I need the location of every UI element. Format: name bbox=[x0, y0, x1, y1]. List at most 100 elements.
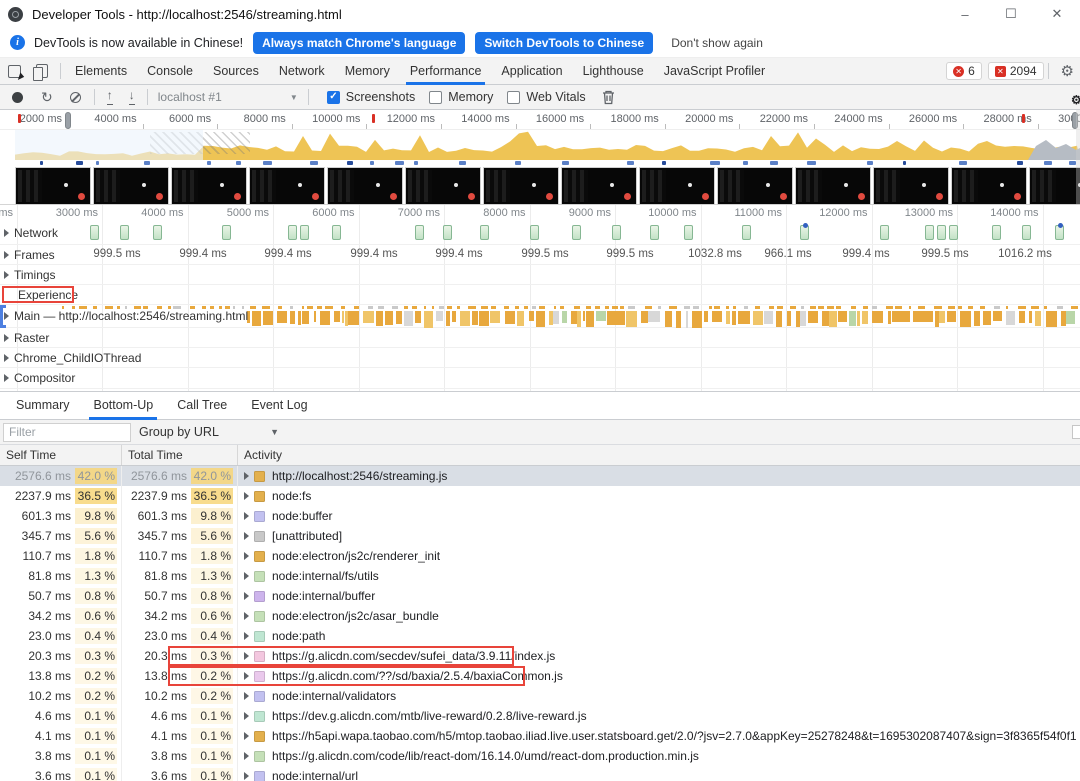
issues-count-badge[interactable]: ✕ 2094 bbox=[987, 62, 1044, 80]
flame-bar[interactable] bbox=[862, 311, 868, 325]
flame-bar[interactable] bbox=[504, 311, 516, 324]
checkbox-web-vitals[interactable] bbox=[507, 90, 521, 104]
table-row[interactable]: 3.8 ms 0.1 % 3.8 ms 0.1 % https://g.alicdn.c… bbox=[0, 746, 1080, 766]
expander-triangle-icon[interactable] bbox=[4, 229, 9, 237]
flame-bar[interactable] bbox=[362, 311, 375, 324]
flame-bar[interactable] bbox=[528, 311, 535, 322]
tab-bottom-up[interactable]: Bottom-Up bbox=[81, 392, 165, 420]
flame-bar[interactable] bbox=[319, 311, 330, 325]
flame-bar[interactable] bbox=[585, 311, 595, 328]
flame-chart-tracks[interactable]: ms 3000 ms 4000 ms 5000 ms 6000 ms 7000 ms 800… bbox=[0, 205, 1080, 392]
flame-bar[interactable] bbox=[348, 311, 359, 325]
flame-bar[interactable] bbox=[385, 311, 394, 326]
column-header-activity[interactable]: Activity bbox=[238, 445, 1080, 465]
expander-triangle-icon[interactable] bbox=[244, 472, 249, 480]
tab-sources[interactable]: Sources bbox=[203, 58, 269, 85]
flame-bar[interactable] bbox=[924, 311, 934, 323]
flame-bar[interactable] bbox=[313, 311, 317, 322]
screenshot-thumbnail[interactable] bbox=[249, 167, 325, 205]
tab-lighthouse[interactable]: Lighthouse bbox=[573, 58, 654, 85]
flame-bar[interactable] bbox=[403, 311, 413, 327]
network-request-icon[interactable] bbox=[572, 225, 581, 240]
network-request-icon[interactable] bbox=[120, 225, 129, 240]
flame-bar[interactable] bbox=[934, 311, 939, 328]
screenshot-thumbnail[interactable] bbox=[717, 167, 793, 205]
column-header-total-time[interactable]: Total Time bbox=[122, 445, 238, 465]
flame-bar[interactable] bbox=[489, 311, 500, 324]
table-row[interactable]: 4.1 ms 0.1 % 4.1 ms 0.1 % https://h5api.wapa… bbox=[0, 726, 1080, 746]
expander-triangle-icon[interactable] bbox=[244, 592, 249, 600]
flame-bar[interactable] bbox=[415, 311, 422, 324]
flame-bar[interactable] bbox=[807, 311, 819, 323]
track-label[interactable]: Timings bbox=[4, 268, 56, 282]
flame-bar[interactable] bbox=[857, 311, 861, 327]
tab-elements[interactable]: Elements bbox=[65, 58, 137, 85]
table-row[interactable]: 3.6 ms 0.1 % 3.6 ms 0.1 % node:internal/url bbox=[0, 766, 1080, 781]
flame-bar[interactable] bbox=[570, 311, 577, 325]
network-request-icon[interactable] bbox=[90, 225, 99, 240]
switch-to-chinese-button[interactable]: Switch DevTools to Chinese bbox=[475, 31, 654, 54]
table-row[interactable]: 345.7 ms 5.6 % 345.7 ms 5.6 % [unattributed] bbox=[0, 526, 1080, 546]
close-icon[interactable]: ✕ bbox=[1034, 0, 1080, 28]
network-request-icon[interactable] bbox=[153, 225, 162, 240]
flame-bar[interactable] bbox=[675, 311, 681, 328]
table-row[interactable]: 20.3 ms 0.3 % 20.3 ms 0.3 % https://g.alicdn… bbox=[0, 646, 1080, 666]
flame-bar[interactable] bbox=[479, 311, 489, 326]
settings-gear-icon[interactable]: ⚙ bbox=[1061, 62, 1074, 80]
flame-bar[interactable] bbox=[1046, 311, 1058, 328]
table-row[interactable]: 23.0 ms 0.4 % 23.0 ms 0.4 % node:path bbox=[0, 626, 1080, 646]
flame-bar[interactable] bbox=[1035, 311, 1042, 326]
timeline-overview[interactable]: 2000 ms 4000 ms 6000 ms 8000 ms 10000 ms 1200… bbox=[0, 110, 1080, 205]
network-request-icon[interactable] bbox=[288, 225, 297, 240]
network-request-icon[interactable] bbox=[480, 225, 489, 240]
expander-triangle-icon[interactable] bbox=[244, 672, 249, 680]
screenshot-thumbnail[interactable] bbox=[951, 167, 1027, 205]
network-request-icon[interactable] bbox=[530, 225, 539, 240]
flame-bar[interactable] bbox=[341, 311, 345, 323]
flame-bar[interactable] bbox=[607, 311, 618, 325]
expander-triangle-icon[interactable] bbox=[244, 572, 249, 580]
table-row[interactable]: 601.3 ms 9.8 % 601.3 ms 9.8 % node:buffer bbox=[0, 506, 1080, 526]
network-request-icon[interactable] bbox=[684, 225, 693, 240]
network-request-icon[interactable] bbox=[443, 225, 452, 240]
expander-triangle-icon[interactable] bbox=[244, 752, 249, 760]
flame-bar[interactable] bbox=[828, 311, 838, 327]
network-request-icon[interactable] bbox=[415, 225, 424, 240]
screenshot-thumbnail[interactable] bbox=[483, 167, 559, 205]
save-profile-icon[interactable]: ↓ bbox=[128, 89, 135, 105]
flame-bar[interactable] bbox=[838, 311, 847, 323]
track-label[interactable]: Raster bbox=[4, 331, 49, 345]
flame-bar[interactable] bbox=[753, 311, 763, 325]
flame-bar[interactable] bbox=[822, 311, 829, 327]
network-request-icon[interactable] bbox=[992, 225, 1001, 240]
checkbox-memory[interactable] bbox=[429, 90, 443, 104]
flame-bar[interactable] bbox=[732, 311, 737, 325]
column-header-self-time[interactable]: Self Time bbox=[0, 445, 122, 465]
flame-bar[interactable] bbox=[263, 311, 274, 326]
group-by-select[interactable]: Group by URL ▼ bbox=[139, 425, 279, 439]
expander-triangle-icon[interactable] bbox=[244, 772, 249, 780]
capture-settings-gear-icon[interactable]: ⚙ bbox=[1071, 93, 1080, 109]
flame-bar[interactable] bbox=[648, 311, 661, 323]
flame-bar[interactable] bbox=[1029, 311, 1032, 323]
dont-show-again-button[interactable]: Don't show again bbox=[663, 31, 771, 54]
network-request-icon[interactable] bbox=[742, 225, 751, 240]
expander-triangle-icon[interactable] bbox=[4, 250, 9, 259]
expander-triangle-icon[interactable] bbox=[244, 492, 249, 500]
track-label[interactable]: Main — http://localhost:2546/streaming.h… bbox=[4, 309, 248, 323]
tab-javascript-profiler[interactable]: JavaScript Profiler bbox=[654, 58, 775, 85]
overview-window-handle[interactable] bbox=[65, 112, 71, 129]
record-icon[interactable] bbox=[12, 91, 23, 103]
flame-bar[interactable] bbox=[640, 311, 649, 324]
flame-bar[interactable] bbox=[786, 311, 792, 326]
inspect-element-icon[interactable] bbox=[0, 58, 28, 84]
flame-bar[interactable] bbox=[535, 311, 545, 327]
flame-bar[interactable] bbox=[452, 311, 456, 322]
expander-triangle-icon[interactable] bbox=[4, 374, 9, 382]
track-row-chrome-childiothread[interactable]: Chrome_ChildIOThread bbox=[0, 348, 1080, 368]
flame-bar[interactable] bbox=[516, 311, 525, 327]
expander-triangle-icon[interactable] bbox=[244, 712, 249, 720]
profile-select[interactable]: localhost #1 ▼ bbox=[158, 90, 298, 104]
track-label[interactable]: Network bbox=[4, 226, 58, 240]
network-request-icon[interactable] bbox=[880, 225, 889, 240]
